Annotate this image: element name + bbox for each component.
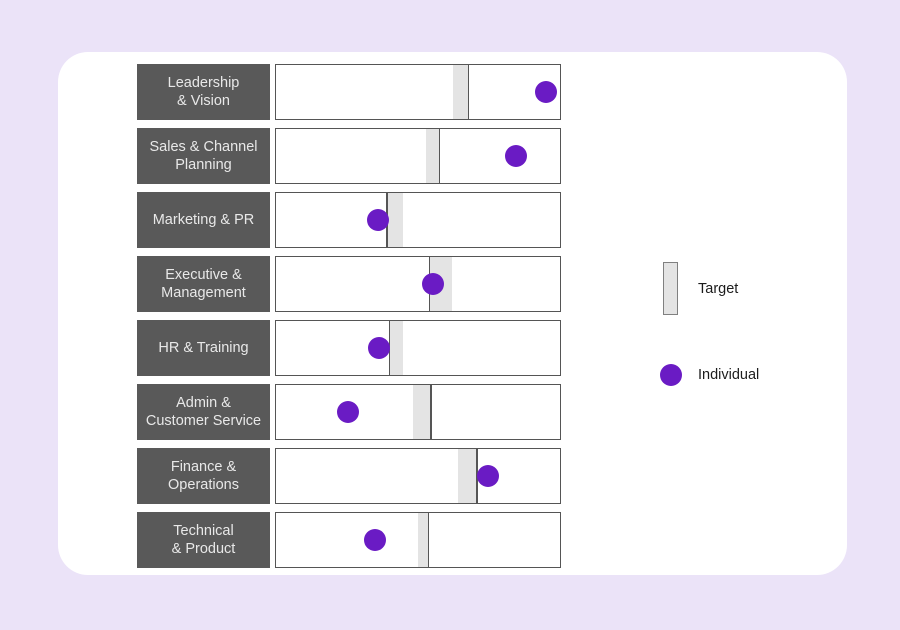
legend-item-target: Target <box>663 262 738 315</box>
bullet-track <box>275 64 561 120</box>
bullet-track <box>275 512 561 568</box>
bullet-track <box>275 192 561 248</box>
target-band <box>386 193 404 247</box>
individual-value-dot <box>505 145 528 167</box>
target-band <box>457 449 478 503</box>
bullet-track <box>275 256 561 312</box>
individual-value-dot <box>535 81 558 103</box>
bullet-track <box>275 128 561 184</box>
row-category-label: Admin & Customer Service <box>137 384 270 440</box>
individual-value-dot <box>366 209 389 231</box>
target-band <box>413 385 432 439</box>
row-category-label: Leadership & Vision <box>137 64 270 120</box>
individual-value-dot <box>336 401 359 423</box>
target-tick-marker <box>430 385 432 439</box>
target-tick-marker <box>427 513 429 567</box>
row-category-label: Finance & Operations <box>137 448 270 504</box>
legend-label-target: Target <box>698 280 739 297</box>
row-category-label: HR & Training <box>137 320 270 376</box>
row-category-label: Marketing & PR <box>137 192 270 248</box>
row-category-label: Sales & Channel Planning <box>137 128 270 184</box>
bullet-track <box>275 384 561 440</box>
legend-label-individual: Individual <box>698 367 760 383</box>
individual-value-dot <box>422 273 445 295</box>
bullet-track <box>275 320 561 376</box>
bullet-chart-page: { "chart_data": { "type": "bar", "chart_… <box>0 0 900 630</box>
individual-dot-swatch <box>659 364 682 386</box>
chart-card: Leadership & Vision Sales & Channel Plann… <box>58 52 847 575</box>
individual-value-dot <box>363 529 386 551</box>
legend-item-individual: Individual <box>659 364 760 386</box>
target-band-swatch <box>663 262 678 315</box>
row-category-label: Executive & Management <box>137 256 270 312</box>
chart-legend: Target Individual <box>659 252 843 432</box>
individual-value-dot <box>367 337 390 359</box>
row-category-label: Technical & Product <box>137 512 270 568</box>
target-tick-marker <box>467 65 470 119</box>
target-band <box>388 321 404 375</box>
bullet-track <box>275 448 561 504</box>
target-tick-marker <box>439 129 441 183</box>
individual-value-dot <box>476 465 499 487</box>
